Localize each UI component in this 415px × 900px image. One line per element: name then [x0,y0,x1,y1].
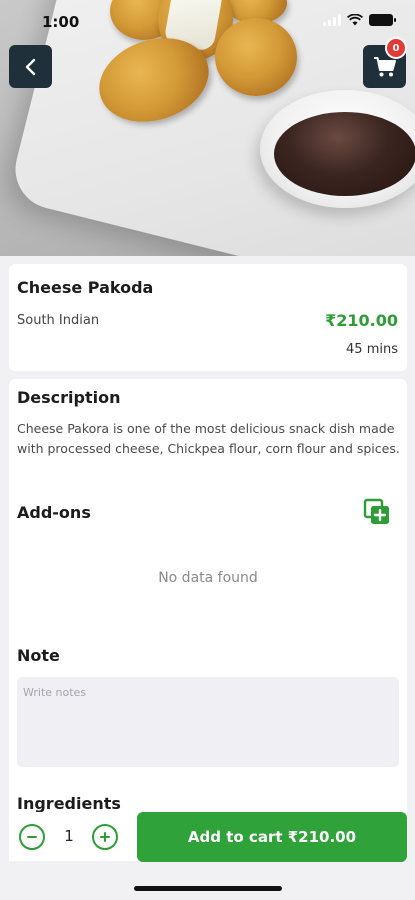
description-text: Cheese Pakora is one of the most delicio… [17,421,400,456]
item-price: ₹210.00 [325,311,398,330]
status-time: 1:00 [42,13,80,31]
back-button[interactable] [9,45,52,88]
decrease-quantity-button[interactable] [19,824,45,850]
signal-icon [323,14,341,26]
cart-icon [373,56,396,76]
cart-count-badge: 0 [385,37,407,59]
battery-icon [369,14,396,26]
addons-title: Add-ons [17,503,91,522]
chevron-left-icon [25,58,35,75]
item-category: South Indian [17,313,100,328]
add-copy-icon [363,498,389,524]
plus-icon [100,832,110,842]
note-input[interactable] [17,677,399,767]
status-icons [323,14,396,26]
add-to-cart-button[interactable]: Add to cart ₹210.00 [137,812,407,862]
item-prep-time: 45 mins [346,342,398,357]
addons-empty-text: No data found [158,570,258,586]
ingredients-title: Ingredients [17,794,121,813]
quantity-stepper: 1 [9,812,129,861]
description-title: Description [17,388,121,407]
home-indicator [134,886,282,891]
add-addon-button[interactable] [363,498,391,526]
increase-quantity-button[interactable] [92,824,118,850]
quantity-value: 1 [64,827,74,845]
item-name: Cheese Pakoda [17,278,154,297]
note-title: Note [17,646,60,665]
food-hero-image [0,0,415,256]
item-info-card: Cheese Pakoda South Indian ₹210.00 45 mi… [9,264,407,371]
item-details-card: Description Cheese Pakora is one of the … [9,379,407,861]
minus-icon [27,836,37,838]
wifi-icon [347,14,363,26]
